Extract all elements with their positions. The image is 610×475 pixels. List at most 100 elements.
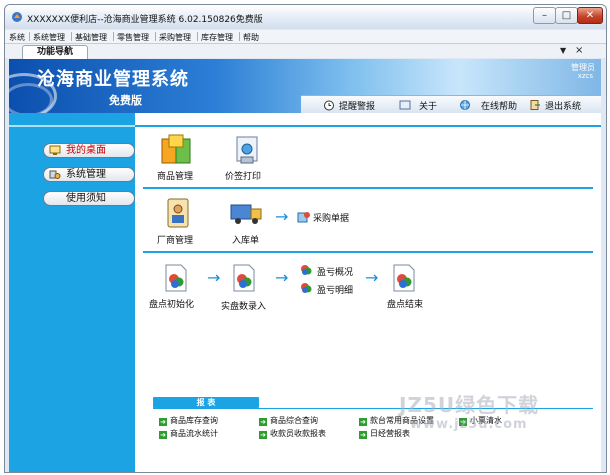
doc-icon xyxy=(393,264,415,292)
menu-separator xyxy=(71,32,72,41)
supplier-management-label: 厂商管理 xyxy=(157,236,194,246)
online-help-button[interactable]: 在线帮助 xyxy=(481,99,517,112)
desktop-icon xyxy=(49,145,61,155)
sidebar-rule xyxy=(9,125,135,127)
panel-dropdown-icon[interactable]: ▼ xyxy=(560,46,566,55)
supplier-management-shortcut[interactable] xyxy=(165,197,191,229)
app-banner: 沧海商业管理系统 免费版 管理员 xzcs 提醒警报 关于 在线帮助 退出系统 xyxy=(9,59,601,113)
exit-button[interactable]: 退出系统 xyxy=(545,99,581,112)
section-divider xyxy=(143,187,593,189)
minimize-icon: – xyxy=(542,10,547,21)
panel-close-icon[interactable]: × xyxy=(575,45,583,56)
maximize-icon: □ xyxy=(561,10,572,21)
report-link[interactable]: ➜ 商品流水统计 xyxy=(159,428,218,439)
truck-icon xyxy=(230,204,262,224)
close-button[interactable]: ✕ xyxy=(577,7,603,24)
flow-arrow-icon: → xyxy=(207,268,221,287)
print-icon xyxy=(236,136,258,164)
exit-icon xyxy=(530,100,540,110)
menu-separator xyxy=(29,32,30,41)
menu-separator xyxy=(239,32,240,41)
inventory-init-label: 盘点初始化 xyxy=(149,300,195,310)
physical-count-entry-label: 实盘数录入 xyxy=(221,302,267,312)
minimize-button[interactable]: – xyxy=(533,7,556,24)
flow-arrow-icon: → xyxy=(365,268,379,287)
doc-icon xyxy=(165,264,187,292)
banner-title: 沧海商业管理系统 xyxy=(37,69,189,90)
menu-system[interactable]: 系统 xyxy=(9,32,25,43)
report-link[interactable]: ➜ 商品综合查询 xyxy=(259,415,318,426)
watermark-text: JZ5U绿色下载 xyxy=(399,393,540,417)
arrow-right-icon: ➜ xyxy=(159,418,167,426)
goods-management-shortcut[interactable] xyxy=(159,133,195,167)
price-tag-print-shortcut[interactable] xyxy=(233,135,261,165)
report-link-label: 收款员收款报表 xyxy=(270,429,326,438)
goods-box-icon xyxy=(161,134,191,164)
menu-separator xyxy=(155,32,156,41)
report-link-label: 日经营报表 xyxy=(370,429,410,438)
menu-separator xyxy=(113,32,114,41)
small-doc-icon xyxy=(301,283,312,293)
menu-purchase-management[interactable]: 采购管理 xyxy=(159,32,191,43)
report-link[interactable]: ➜ 商品库存查询 xyxy=(159,415,218,426)
report-link-label: 商品流水统计 xyxy=(170,429,218,438)
menu-inventory-management[interactable]: 库存管理 xyxy=(201,32,233,43)
profit-loss-overview-link[interactable]: 盈亏概况 xyxy=(317,265,353,278)
window-title: XXXXXXX便利店--沧海商业管理系统 6.02.150826免费版 xyxy=(27,15,263,25)
menu-bar: 系统 系统管理 基础管理 零售管理 采购管理 库存管理 帮助 xyxy=(5,30,606,44)
supplier-icon xyxy=(167,198,189,228)
price-tag-print-label: 价签打印 xyxy=(225,172,262,182)
stock-in-label: 入库单 xyxy=(232,236,260,246)
inventory-end-label: 盘点结束 xyxy=(387,300,424,310)
title-bar: XXXXXXX便利店--沧海商业管理系统 6.02.150826免费版 – □ … xyxy=(5,5,606,29)
menu-help[interactable]: 帮助 xyxy=(243,32,259,43)
arrow-right-icon: ➜ xyxy=(159,431,167,439)
user-name: xzcs xyxy=(577,72,593,80)
sidebar-item-system-management[interactable]: 系统管理 xyxy=(43,167,135,182)
nav-panel-header xyxy=(5,44,606,58)
stock-in-shortcut[interactable] xyxy=(229,199,263,227)
banner-subtitle: 免费版 xyxy=(109,94,142,107)
desktop-content: 商品管理 价签打印 厂商管理 入库单 → 采购单据 盘点初始化 → 实盘数录入 … xyxy=(135,113,601,472)
section-divider xyxy=(143,251,593,253)
inventory-end-shortcut[interactable] xyxy=(391,263,417,293)
app-icon xyxy=(12,12,22,22)
content-top-rule xyxy=(135,125,601,127)
arrow-right-icon: ➜ xyxy=(359,418,367,426)
profit-loss-detail-link[interactable]: 盈亏明细 xyxy=(317,283,353,296)
arrow-right-icon: ➜ xyxy=(259,431,267,439)
watermark-url: www.jz5u.com xyxy=(410,417,528,432)
arrow-right-icon: ➜ xyxy=(259,418,267,426)
help-globe-icon xyxy=(460,100,470,110)
close-icon: ✕ xyxy=(585,10,595,21)
report-link[interactable]: ➜ 收款员收款报表 xyxy=(259,428,326,439)
doc-icon xyxy=(233,264,255,292)
reports-heading: 报 表 xyxy=(153,397,259,408)
menu-retail-management[interactable]: 零售管理 xyxy=(117,32,149,43)
tab-function-navigation[interactable]: 功能导航 xyxy=(22,45,88,59)
about-button[interactable]: 关于 xyxy=(419,99,437,112)
sidebar-item-my-desktop[interactable]: 我的桌面 xyxy=(43,143,135,158)
inventory-init-shortcut[interactable] xyxy=(163,263,189,293)
sidebar-item-label: 使用须知 xyxy=(66,193,106,204)
sidebar-item-label: 我的桌面 xyxy=(66,145,106,156)
toolbar: 提醒警报 关于 在线帮助 退出系统 xyxy=(301,95,601,113)
menu-basic-management[interactable]: 基础管理 xyxy=(75,32,107,43)
maximize-button[interactable]: □ xyxy=(555,7,578,24)
small-doc-icon xyxy=(301,265,312,275)
alarm-clock-icon xyxy=(324,100,334,111)
menu-system-management[interactable]: 系统管理 xyxy=(33,32,65,43)
settings-icon xyxy=(49,170,61,179)
physical-count-entry-shortcut[interactable] xyxy=(231,263,257,293)
alarm-button[interactable]: 提醒警报 xyxy=(339,99,375,112)
report-link[interactable]: ➜ 日经营报表 xyxy=(359,428,410,439)
sidebar: 我的桌面 系统管理 使用须知 xyxy=(9,113,135,472)
flow-arrow-icon: → xyxy=(275,268,289,287)
report-link-label: 商品库存查询 xyxy=(170,416,218,425)
report-link-label: 商品综合查询 xyxy=(270,416,318,425)
sidebar-item-usage-notes[interactable]: 使用须知 xyxy=(43,191,135,206)
purchase-document-link[interactable]: 采购单据 xyxy=(313,211,349,224)
main-window: XXXXXXX便利店--沧海商业管理系统 6.02.150826免费版 – □ … xyxy=(4,4,607,473)
flow-arrow-icon: → xyxy=(275,207,289,226)
sidebar-item-label: 系统管理 xyxy=(66,169,106,180)
